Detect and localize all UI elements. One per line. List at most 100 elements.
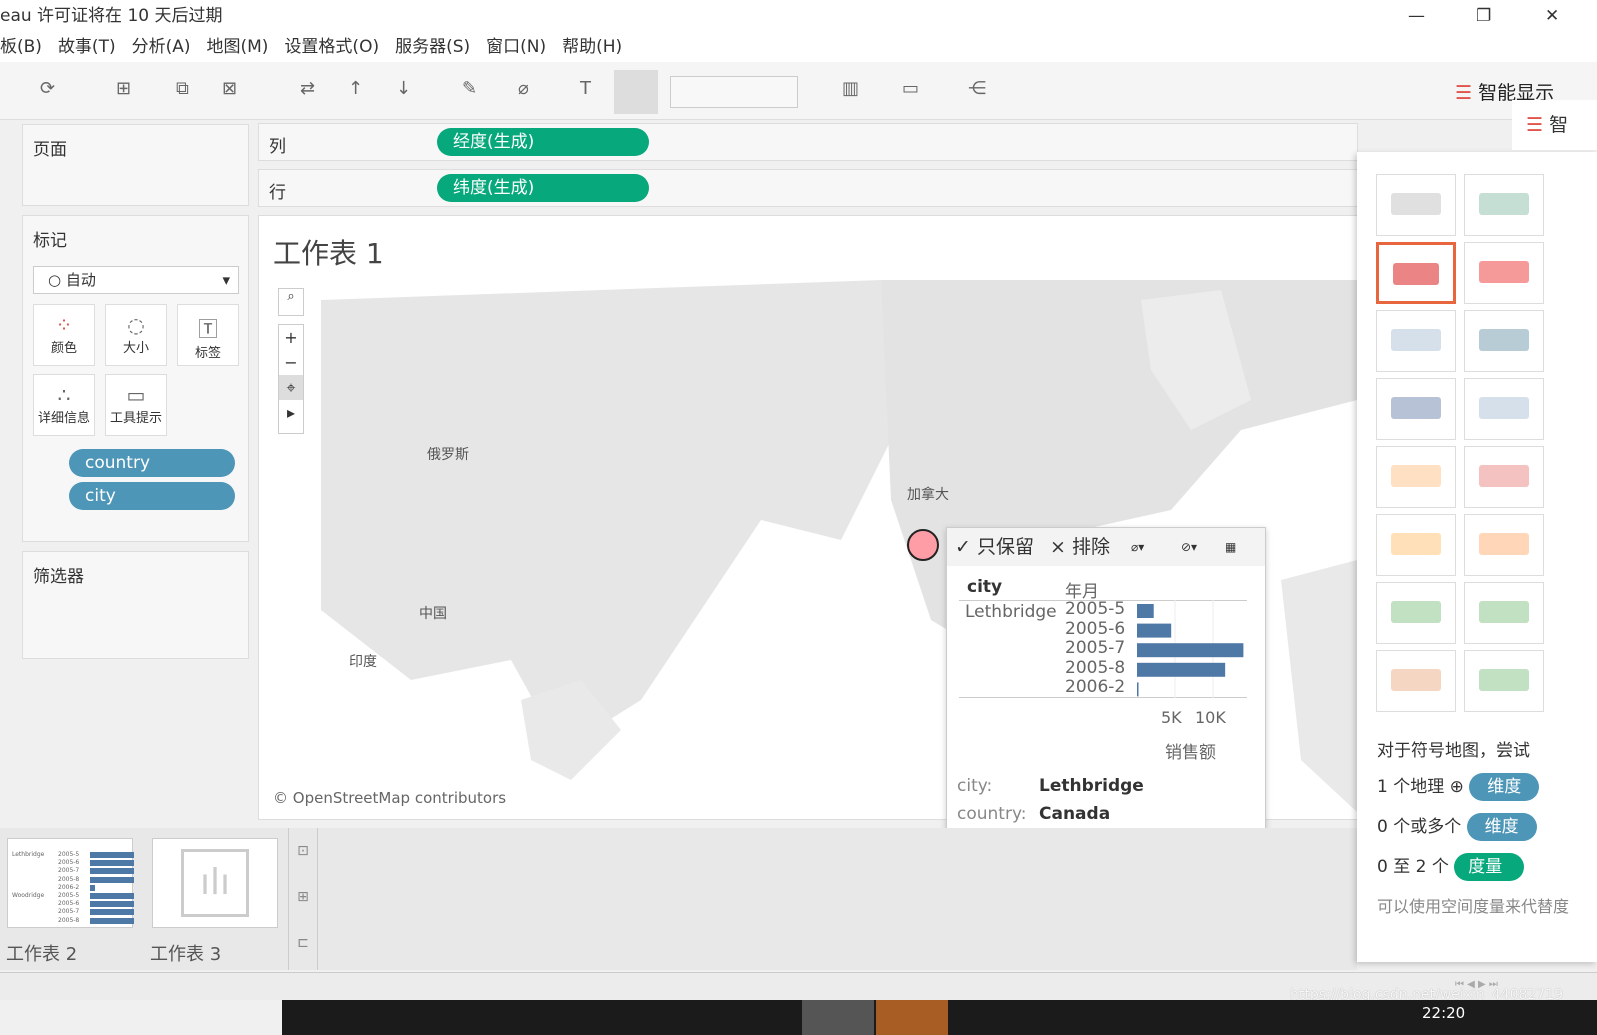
sheet2-thumbnail[interactable]: Lethbridge 2005-5 2005-6 2005-7 2005-8 2006-2…: [7, 838, 134, 928]
duplicate-icon[interactable]: ⧉: [176, 78, 189, 99]
chart-type-option[interactable]: [1464, 242, 1544, 304]
tab-sheet2[interactable]: 工作表 2: [6, 940, 77, 966]
sales-bar[interactable]: [1137, 623, 1172, 638]
fit-dropdown[interactable]: [670, 76, 798, 108]
menu-item[interactable]: 窗口(N): [486, 32, 546, 62]
tooltip-label: 工具提示: [109, 411, 162, 426]
city-pill[interactable]: city: [69, 482, 235, 510]
chart-type-icon: [1391, 601, 1441, 623]
menu-item[interactable]: 故事(T): [58, 32, 116, 62]
menu-item[interactable]: 帮助(H): [562, 32, 622, 62]
map-search-icon[interactable]: ⌕: [278, 288, 304, 316]
rows-label: 行: [269, 183, 286, 203]
new-sheet-icon[interactable]: ⊞: [116, 78, 131, 99]
menu-item[interactable]: 板(B): [0, 32, 42, 62]
menu-item[interactable]: 设置格式(O): [284, 32, 379, 62]
map-mark-lethbridge[interactable]: [907, 529, 939, 561]
sheet3-thumbnail[interactable]: ılı: [152, 838, 278, 928]
chart-type-option[interactable]: [1464, 446, 1544, 508]
show-me-tab[interactable]: ☰ 智: [1512, 100, 1597, 150]
columns-shelf[interactable]: 列 经度(生成): [258, 123, 1358, 161]
clear-sheet-icon[interactable]: ⊠: [222, 78, 237, 99]
new-worksheet-icon[interactable]: ⊡: [289, 828, 317, 874]
thumb-row: Woodridge 2005-5: [10, 892, 134, 900]
city-value: Lethbridge: [965, 602, 1057, 622]
chart-type-option[interactable]: [1376, 582, 1456, 644]
chart-type-option[interactable]: [1464, 378, 1544, 440]
restore-button[interactable]: ❐: [1476, 0, 1491, 32]
sort-desc-icon[interactable]: ↓: [396, 78, 411, 99]
chart-type-option[interactable]: [1464, 174, 1544, 236]
size-button[interactable]: ◌ 大小: [105, 304, 167, 366]
chart-type-option[interactable]: [1464, 514, 1544, 576]
tab-sheet3[interactable]: 工作表 3: [150, 940, 221, 966]
show-cards-icon[interactable]: ▥: [842, 78, 859, 99]
axis-label: 销售额: [1165, 743, 1216, 763]
presentation-icon[interactable]: ▭: [902, 78, 919, 99]
chart-type-icon: [1479, 669, 1529, 691]
sales-bar[interactable]: [1137, 662, 1226, 677]
latitude-pill[interactable]: 纬度(生成): [437, 174, 649, 202]
group-icon[interactable]: ⌀: [518, 78, 529, 99]
create-set-icon[interactable]: ⊘▾: [1181, 528, 1197, 566]
chart-type-option[interactable]: [1376, 378, 1456, 440]
close-button[interactable]: ✕: [1545, 0, 1559, 32]
chart-type-option[interactable]: [1376, 310, 1456, 372]
highlight-icon[interactable]: ✎: [462, 78, 477, 99]
refresh-icon[interactable]: ⟳: [40, 78, 55, 99]
zoom-in-icon[interactable]: +: [279, 325, 303, 350]
share-icon[interactable]: ⋲: [968, 78, 986, 99]
keep-only-label: 只保留: [976, 536, 1034, 558]
label-icon[interactable]: T: [580, 78, 591, 99]
exclude-button[interactable]: × 排除: [1050, 536, 1110, 558]
chart-type-option[interactable]: [1464, 582, 1544, 644]
chart-type-option[interactable]: [1376, 514, 1456, 576]
sales-bar[interactable]: [1137, 682, 1139, 697]
sales-bar[interactable]: [1137, 643, 1244, 658]
detail-button[interactable]: ∴ 详细信息: [33, 374, 95, 436]
taskbar-app-tableau[interactable]: [876, 1000, 948, 1035]
chart-type-option[interactable]: [1376, 242, 1456, 304]
menu-item[interactable]: 服务器(S): [395, 32, 470, 62]
color-button[interactable]: ⁘ 颜色: [33, 304, 95, 366]
menu-item[interactable]: 分析(A): [132, 32, 191, 62]
label-button[interactable]: 🅃 标签: [177, 304, 239, 366]
rows-shelf[interactable]: 行 纬度(生成): [258, 169, 1358, 207]
longitude-pill[interactable]: 经度(生成): [437, 128, 649, 156]
mark-type-dropdown[interactable]: ○ 自动 ▾: [33, 266, 239, 294]
swap-icon[interactable]: ⇄: [300, 78, 315, 99]
chevron-down-icon: ▾: [222, 271, 230, 289]
tooltip-button[interactable]: ▭ 工具提示: [105, 374, 167, 436]
new-dashboard-icon[interactable]: ⊞: [289, 874, 317, 920]
keep-only-button[interactable]: ✓ 只保留: [955, 536, 1034, 558]
req-geo-text: 1 个地理: [1377, 777, 1445, 797]
chart-type-option[interactable]: [1464, 310, 1544, 372]
menu-bar: 板(B) 故事(T) 分析(A) 地图(M) 设置格式(O) 服务器(S) 窗口…: [0, 32, 1597, 62]
chart-type-option[interactable]: [1376, 174, 1456, 236]
sheet-nav-icon[interactable]: ⏮ ◀ ▶ ⏭: [1455, 979, 1498, 990]
chart-type-option[interactable]: [1464, 650, 1544, 712]
sort-asc-icon[interactable]: ↑: [348, 78, 363, 99]
new-story-icon[interactable]: ⊏: [289, 920, 317, 966]
taskbar-app[interactable]: [802, 1000, 874, 1035]
city-val: Lethbridge: [1039, 776, 1144, 796]
req-measure: 0 至 2 个 度量: [1377, 852, 1525, 881]
chart-type-icon: [1479, 193, 1529, 215]
req-dim-text: 0 个或多个: [1377, 817, 1462, 837]
expand-icon[interactable]: ▸: [279, 400, 303, 425]
country-pill[interactable]: country: [69, 449, 235, 477]
view-data-icon[interactable]: ▦: [1225, 528, 1236, 566]
sales-bar[interactable]: [1137, 604, 1154, 618]
size-label: 大小: [122, 341, 149, 356]
group-members-icon[interactable]: ⌀▾: [1131, 528, 1144, 566]
pin-icon[interactable]: ⌖: [279, 375, 303, 400]
col-city-header: city: [967, 577, 1003, 597]
marks-title: 标记: [33, 231, 67, 251]
minimize-button[interactable]: —: [1408, 0, 1425, 32]
chart-type-option[interactable]: [1376, 650, 1456, 712]
menu-item[interactable]: 地图(M): [207, 32, 269, 62]
zoom-out-icon[interactable]: −: [279, 350, 303, 375]
clear-pin-button[interactable]: [614, 70, 658, 114]
month-label: 2005-8: [1065, 657, 1126, 678]
chart-type-option[interactable]: [1376, 446, 1456, 508]
